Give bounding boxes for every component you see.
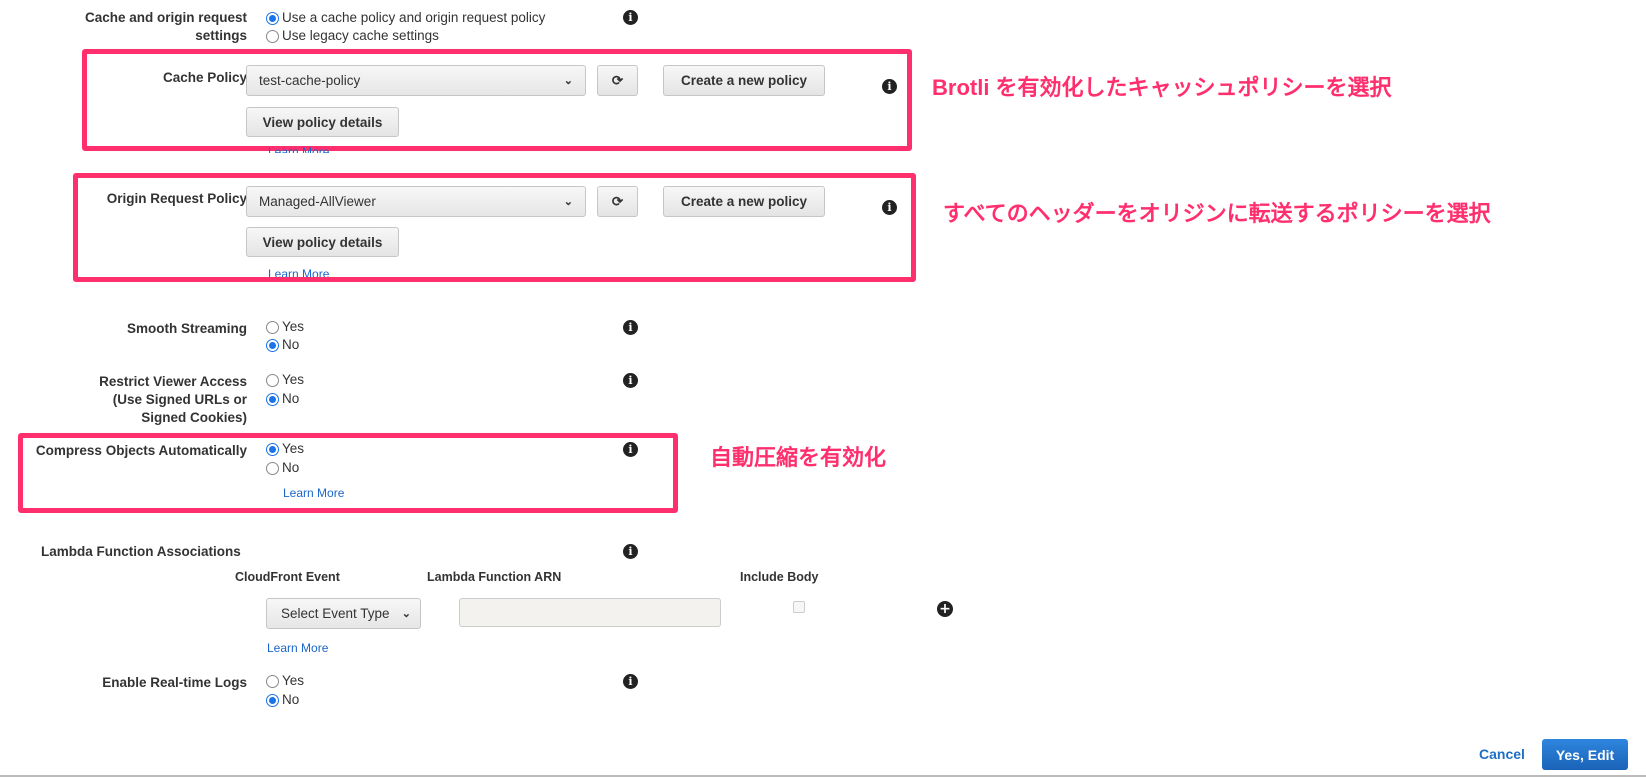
- smooth-streaming-label: Smooth Streaming: [126, 321, 247, 336]
- radio-selected-icon: [266, 338, 279, 352]
- radio-cache-policy[interactable]: Use a cache policy and origin request po…: [266, 9, 545, 27]
- create-origin-policy-button[interactable]: Create a new policy: [663, 186, 825, 217]
- add-icon[interactable]: +: [937, 601, 953, 617]
- info-icon[interactable]: i: [623, 442, 638, 457]
- compress-label: Compress Objects Automatically: [35, 443, 247, 458]
- annotation-cache-policy: Brotli を有効化したキャッシュポリシーを選択: [932, 75, 1392, 100]
- label-line: Cache and origin request: [84, 10, 247, 25]
- info-icon[interactable]: i: [623, 320, 638, 335]
- info-icon[interactable]: i: [623, 674, 638, 689]
- refresh-button[interactable]: ⟳: [597, 65, 638, 96]
- radio-label: No: [282, 692, 300, 707]
- col-include-body: Include Body: [740, 570, 819, 584]
- cache-origin-label: Cache and origin request settings: [85, 9, 247, 45]
- cancel-link[interactable]: Cancel: [1479, 746, 1525, 762]
- info-icon[interactable]: i: [623, 10, 638, 25]
- yes-edit-button[interactable]: Yes, Edit: [1542, 739, 1628, 770]
- select-value: test-cache-policy: [259, 73, 361, 88]
- radio-realtime-no[interactable]: No: [266, 691, 299, 709]
- label-line: (Use Signed URLs or: [112, 392, 247, 407]
- view-cache-policy-button[interactable]: View policy details: [246, 107, 399, 137]
- label-line: settings: [195, 28, 247, 43]
- label-line: Signed Cookies): [141, 410, 247, 425]
- radio-label: Yes: [282, 673, 305, 688]
- origin-policy-label: Origin Request Policy: [106, 191, 247, 206]
- radio-icon: [266, 29, 279, 43]
- radio-label: Use a cache policy and origin request po…: [282, 10, 546, 25]
- cache-policy-select[interactable]: test-cache-policy ⌄: [246, 65, 586, 96]
- lambda-label: Lambda Function Associations: [41, 544, 241, 559]
- radio-compress-no[interactable]: No: [266, 459, 299, 477]
- col-cloudfront-event: CloudFront Event: [235, 570, 340, 584]
- create-cache-policy-button[interactable]: Create a new policy: [663, 65, 825, 96]
- radio-label: Yes: [282, 319, 305, 334]
- radio-label: No: [282, 337, 300, 352]
- cache-policy-label: Cache Policy: [162, 70, 247, 85]
- radio-realtime-yes[interactable]: Yes: [266, 672, 304, 690]
- radio-smooth-yes[interactable]: Yes: [266, 318, 304, 336]
- annotation-compress: 自動圧縮を有効化: [710, 445, 887, 470]
- include-body-checkbox[interactable]: [793, 601, 805, 613]
- radio-restrict-yes[interactable]: Yes: [266, 371, 304, 389]
- select-value: Select Event Type: [281, 606, 390, 621]
- event-type-select[interactable]: Select Event Type ⌄: [266, 598, 421, 629]
- radio-label: Yes: [282, 372, 305, 387]
- radio-legacy[interactable]: Use legacy cache settings: [266, 27, 439, 45]
- radio-selected-icon: [266, 442, 279, 456]
- select-value: Managed-AllViewer: [259, 194, 376, 209]
- label-line: Restrict Viewer Access: [99, 374, 247, 389]
- refresh-icon: ⟳: [611, 72, 624, 88]
- info-icon[interactable]: i: [623, 373, 638, 388]
- restrict-viewer-label: Restrict Viewer Access (Use Signed URLs o…: [99, 373, 247, 427]
- info-icon[interactable]: i: [882, 200, 897, 215]
- radio-icon: [266, 320, 279, 334]
- radio-icon: [266, 461, 279, 475]
- chevron-down-icon: ⌄: [563, 196, 573, 208]
- radio-restrict-no[interactable]: No: [266, 390, 299, 408]
- realtime-logs-label: Enable Real-time Logs: [102, 675, 247, 690]
- chevron-down-icon: ⌄: [401, 608, 411, 620]
- radio-smooth-no[interactable]: No: [266, 336, 299, 354]
- origin-policy-select[interactable]: Managed-AllViewer ⌄: [246, 186, 586, 217]
- radio-selected-icon: [266, 693, 279, 707]
- lambda-arn-input[interactable]: [459, 598, 721, 627]
- info-icon[interactable]: i: [623, 544, 638, 559]
- radio-selected-icon: [266, 11, 279, 25]
- radio-label: Use legacy cache settings: [282, 28, 439, 43]
- col-lambda-arn: Lambda Function ARN: [427, 570, 562, 584]
- radio-selected-icon: [266, 392, 279, 406]
- radio-label: Yes: [282, 441, 305, 456]
- radio-icon: [266, 373, 279, 387]
- annotation-origin-policy: すべてのヘッダーをオリジンに転送するポリシーを選択: [943, 201, 1491, 226]
- refresh-button[interactable]: ⟳: [597, 186, 638, 217]
- learn-more-link[interactable]: Learn More: [283, 486, 344, 500]
- refresh-icon: ⟳: [611, 193, 624, 209]
- radio-label: No: [282, 460, 300, 475]
- radio-label: No: [282, 391, 300, 406]
- info-icon[interactable]: i: [882, 79, 897, 94]
- learn-more-link[interactable]: Learn More: [268, 146, 329, 153]
- learn-more-link[interactable]: Learn More: [268, 268, 329, 277]
- radio-icon: [266, 674, 279, 688]
- learn-more-link[interactable]: Learn More: [267, 641, 328, 655]
- view-origin-policy-button[interactable]: View policy details: [246, 227, 399, 257]
- radio-compress-yes[interactable]: Yes: [266, 440, 304, 458]
- chevron-down-icon: ⌄: [563, 75, 573, 87]
